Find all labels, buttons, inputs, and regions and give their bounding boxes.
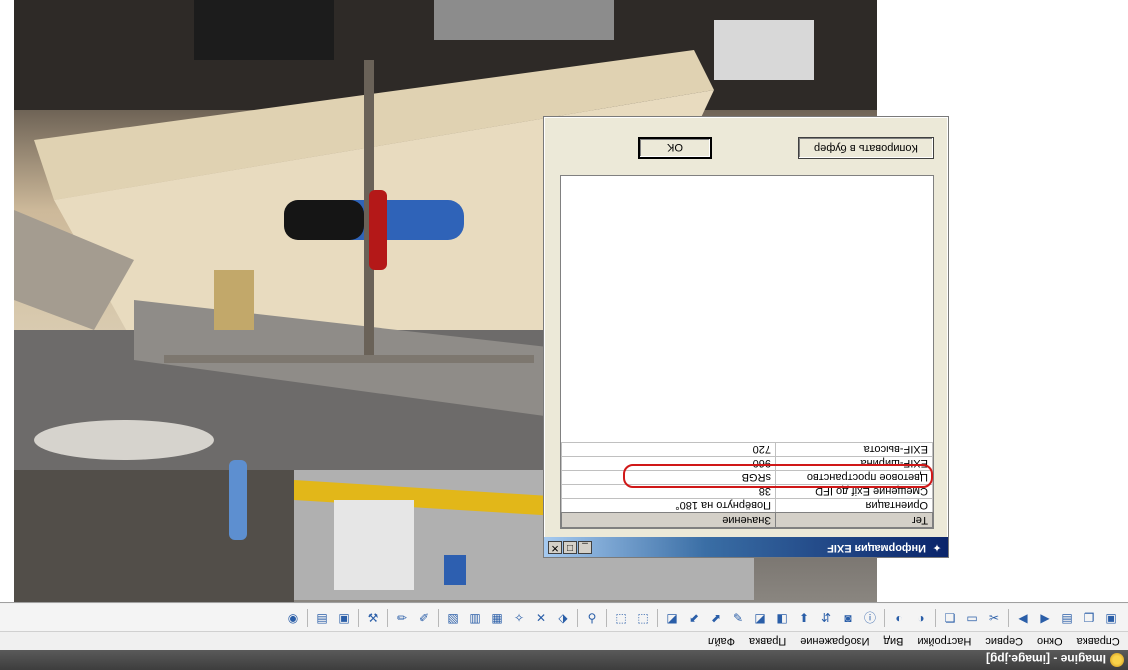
menu-tools[interactable]: Сервис [986, 635, 1024, 647]
settings-icon[interactable]: ◉ [284, 609, 302, 627]
play-icon[interactable]: ⬚ [634, 609, 652, 627]
paste-icon[interactable]: ▤ [1058, 609, 1076, 627]
layers-icon[interactable]: ✧ [510, 609, 528, 627]
eraser-icon[interactable]: ◪ [751, 609, 769, 627]
folder-icon[interactable]: ▭ [963, 609, 981, 627]
menu-help[interactable]: Справка [1077, 635, 1120, 647]
toolbar-separator [438, 608, 439, 627]
crop-icon[interactable]: ◑ [912, 609, 930, 627]
toolbar-separator [1008, 608, 1009, 627]
duplicate-icon[interactable]: ▤ [313, 609, 331, 627]
eyedropper-icon[interactable]: ✕ [532, 609, 550, 627]
toolbar-separator [657, 608, 658, 627]
stamp-icon[interactable]: ⇵ [817, 609, 835, 627]
toolbar-separator [358, 608, 359, 627]
toolbar-separator [307, 608, 308, 627]
window-icon[interactable]: ▣ [335, 609, 353, 627]
fit-icon[interactable]: ⚲ [583, 609, 601, 627]
next-icon[interactable]: ⬋ [685, 609, 703, 627]
image-viewer-window: ✦ Информация EXIF _ □ ✕ Тег Значение Ори… [0, 0, 1128, 670]
ok-button[interactable]: OK [638, 137, 712, 159]
up-icon[interactable]: ◐ [890, 609, 908, 627]
exif-dialog: ✦ Информация EXIF _ □ ✕ Тег Значение Ори… [543, 116, 949, 558]
menu-edit[interactable]: Правка [749, 635, 786, 647]
redo-icon[interactable]: ◀ [1014, 609, 1032, 627]
close-button[interactable]: ✕ [548, 541, 562, 554]
menu-image[interactable]: Изображение [800, 635, 869, 647]
print-icon[interactable]: ▦ [488, 609, 506, 627]
toolbar-separator [387, 608, 388, 627]
menu-view[interactable]: Вид [884, 635, 904, 647]
toolbar-separator [606, 608, 607, 627]
window-title: Imagine - [image.jpg] [985, 652, 1106, 666]
menu-settings[interactable]: Настройки [918, 635, 972, 647]
column-header-tag[interactable]: Тег [775, 512, 933, 528]
toolbar-separator [884, 608, 885, 627]
select-icon[interactable]: ⬆ [795, 609, 813, 627]
zoom-icon[interactable]: ⬚ [612, 609, 630, 627]
toolbar-separator [577, 608, 578, 627]
table-row[interactable]: Ориентация Повёрнуто на 180° [561, 498, 933, 513]
menu-window[interactable]: Окно [1037, 635, 1063, 647]
info-icon[interactable]: ❏ [941, 609, 959, 627]
copy-to-clipboard-button[interactable]: Копировать в буфер [798, 137, 934, 159]
table-row[interactable]: EXIF-высота 720 [561, 442, 933, 457]
last-icon[interactable]: ◪ [663, 609, 681, 627]
main-toolbar: ▣ ❐ ▤ ▶ ◀ ✂ ▭ ❏ ◑ ◐ ⓘ ◙ ⇵ ⬆ ◧ ◪ ✎ ⬈ ⬋ ◪ … [0, 604, 1128, 632]
row-value: Повёрнуто на 180° [561, 498, 776, 513]
dialog-title-bar[interactable]: ✦ Информация EXIF _ □ ✕ [544, 537, 948, 557]
fullscreen-icon[interactable]: ⬗ [554, 609, 572, 627]
rotate-icon[interactable]: ◙ [839, 609, 857, 627]
brush-icon[interactable]: ◧ [773, 609, 791, 627]
row-tag: EXIF-высота [775, 442, 933, 457]
menubar-items: Файл Правка Изображение Вид Настройки Се… [708, 632, 1120, 650]
clone-icon[interactable]: ⚒ [364, 609, 382, 627]
help-icon[interactable]: ▥ [466, 609, 484, 627]
menubar: Файл Правка Изображение Вид Настройки Се… [0, 632, 1128, 651]
first-icon[interactable]: ✎ [729, 609, 747, 627]
frame-icon[interactable]: ⓘ [861, 609, 879, 627]
prev-icon[interactable]: ⬈ [707, 609, 725, 627]
menu-file[interactable]: Файл [708, 635, 735, 647]
minimize-button[interactable]: _ [578, 541, 592, 554]
dialog-title: Информация EXIF [827, 542, 926, 554]
first-frame-icon[interactable]: ▧ [444, 609, 462, 627]
undo-icon[interactable]: ▶ [1036, 609, 1054, 627]
table-header-row: Тег Значение [561, 512, 933, 528]
maximize-button[interactable]: □ [563, 541, 577, 554]
window-title-bar[interactable]: Imagine - [image.jpg] [0, 650, 1128, 670]
orientation-highlight [623, 464, 933, 488]
green-brush-icon[interactable]: ✏ [393, 609, 411, 627]
tools-icon[interactable]: ✂ [985, 609, 1003, 627]
brush-tool-icon[interactable]: ✐ [415, 609, 433, 627]
row-tag: Ориентация [775, 498, 933, 513]
image-icon[interactable]: ▣ [1102, 609, 1120, 627]
toolbar-separator [935, 608, 936, 627]
column-header-value[interactable]: Значение [561, 512, 776, 528]
imagine-app-icon [1110, 653, 1124, 667]
copy-icon[interactable]: ❐ [1080, 609, 1098, 627]
exif-table-container[interactable]: Тег Значение Ориентация Повёрнуто на 180… [560, 175, 934, 529]
exif-app-icon: ✦ [932, 541, 942, 553]
row-value: 720 [561, 442, 776, 457]
